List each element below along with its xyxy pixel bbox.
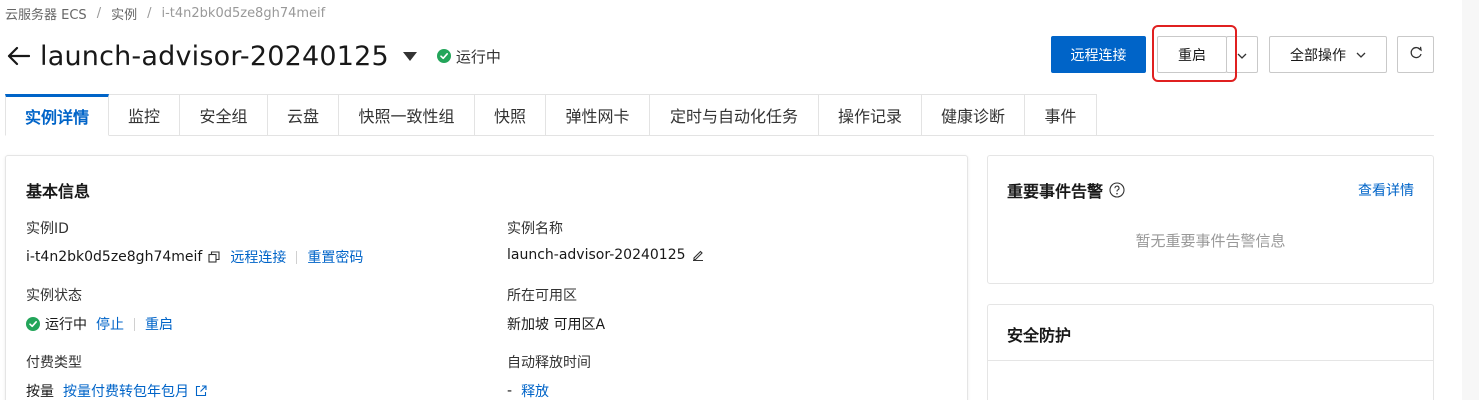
convert-to-subscription-link[interactable]: 按量付费转包年包月 xyxy=(63,381,189,400)
page-title: launch-advisor-20240125 xyxy=(40,40,389,72)
events-title-row: 重要事件告警 xyxy=(1007,178,1125,202)
copy-icon[interactable] xyxy=(208,251,220,263)
refresh-button[interactable] xyxy=(1397,36,1434,73)
instance-status-value-row: 运行中 停止 重启 xyxy=(26,314,173,334)
edit-icon[interactable] xyxy=(692,249,704,261)
breadcrumb-item-current: i-t4n2bk0d5ze8gh74meif xyxy=(161,6,326,21)
tab-monitoring[interactable]: 监控 xyxy=(109,94,180,136)
auto-release-value: - xyxy=(507,383,513,399)
tab-events[interactable]: 事件 xyxy=(1025,94,1097,136)
instance-id-value: i-t4n2bk0d5ze8gh74meif xyxy=(26,249,203,265)
basic-info-title: 基本信息 xyxy=(26,182,91,201)
card-header-divider xyxy=(988,360,1433,361)
field-billing-type: 付费类型 按量 按量付费转包年包月 xyxy=(26,352,207,400)
breadcrumb-separator: / xyxy=(147,6,152,21)
events-empty-text: 暂无重要事件告警信息 xyxy=(1135,232,1286,250)
tab-operation-log[interactable]: 操作记录 xyxy=(819,94,922,136)
zone-value: 新加坡 可用区A xyxy=(507,317,606,333)
breadcrumb-item-instances[interactable]: 实例 xyxy=(111,4,137,23)
billing-type-label: 付费类型 xyxy=(26,355,82,371)
restart-link[interactable]: 重启 xyxy=(145,314,173,334)
tab-bar-baseline xyxy=(1094,135,1434,136)
tab-cloud-disk[interactable]: 云盘 xyxy=(268,94,339,136)
view-details-link[interactable]: 查看详情 xyxy=(1358,180,1414,200)
tab-snapshot-consistency-group[interactable]: 快照一致性组 xyxy=(339,94,475,136)
auto-release-label: 自动释放时间 xyxy=(507,355,591,371)
field-instance-id: 实例ID i-t4n2bk0d5ze8gh74meif 远程连接 重置密码 xyxy=(26,218,363,267)
instance-status-label: 实例状态 xyxy=(26,288,82,304)
tab-health-diagnosis[interactable]: 健康诊断 xyxy=(922,94,1025,136)
check-circle-icon xyxy=(26,317,40,331)
auto-release-value-row: - 释放 xyxy=(507,381,591,400)
breadcrumb: 云服务器 ECS / 实例 / i-t4n2bk0d5ze8gh74meif xyxy=(5,4,325,23)
restart-button[interactable]: 重启 xyxy=(1157,36,1227,73)
field-auto-release: 自动释放时间 - 释放 xyxy=(507,352,591,400)
tab-scheduled-automation[interactable]: 定时与自动化任务 xyxy=(650,94,819,136)
back-arrow-icon[interactable] xyxy=(5,43,31,69)
page-header: launch-advisor-20240125 运行中 xyxy=(5,38,501,74)
events-title: 重要事件告警 xyxy=(1007,182,1104,201)
link-divider xyxy=(296,250,298,264)
caret-down-icon[interactable] xyxy=(402,49,417,63)
instance-name-value: launch-advisor-20240125 xyxy=(507,247,686,263)
external-link-icon[interactable] xyxy=(195,385,207,397)
all-operations-button[interactable]: 全部操作 xyxy=(1269,36,1387,73)
instance-id-value-row: i-t4n2bk0d5ze8gh74meif 远程连接 重置密码 xyxy=(26,247,363,267)
field-instance-name: 实例名称 launch-advisor-20240125 xyxy=(507,218,704,263)
security-title: 安全防护 xyxy=(1007,326,1072,345)
release-link[interactable]: 释放 xyxy=(521,381,549,400)
more-actions-dropdown-button[interactable] xyxy=(1226,36,1258,73)
security-protection-card: 安全防护 xyxy=(987,304,1434,400)
tab-snapshot[interactable]: 快照 xyxy=(475,94,546,136)
important-events-card: 重要事件告警 查看详情 暂无重要事件告警信息 xyxy=(987,155,1434,284)
tab-instance-details[interactable]: 实例详情 xyxy=(5,94,109,136)
zone-value-row: 新加坡 可用区A xyxy=(507,314,605,334)
check-circle-icon xyxy=(436,49,451,63)
basic-info-card: 基本信息 实例ID i-t4n2bk0d5ze8gh74meif 远程连接 重置… xyxy=(5,155,968,400)
breadcrumb-separator: / xyxy=(96,6,102,21)
remote-connect-link[interactable]: 远程连接 xyxy=(230,247,286,267)
remote-connect-button[interactable]: 远程连接 xyxy=(1051,36,1146,73)
instance-name-value-row: launch-advisor-20240125 xyxy=(507,247,704,263)
scrollbar-track[interactable] xyxy=(1462,0,1479,400)
instance-id-label: 实例ID xyxy=(26,221,69,237)
field-zone: 所在可用区 新加坡 可用区A xyxy=(507,285,605,334)
field-instance-status: 实例状态 运行中 停止 重启 xyxy=(26,285,173,334)
reset-password-link[interactable]: 重置密码 xyxy=(307,247,363,267)
tab-elastic-nic[interactable]: 弹性网卡 xyxy=(546,94,650,136)
tab-security-group[interactable]: 安全组 xyxy=(180,94,268,136)
all-operations-label: 全部操作 xyxy=(1290,47,1346,64)
help-circle-icon[interactable] xyxy=(1109,182,1125,198)
ecs-instance-detail-page: 云服务器 ECS / 实例 / i-t4n2bk0d5ze8gh74meif l… xyxy=(0,0,1479,400)
zone-label: 所在可用区 xyxy=(507,288,577,304)
chevron-down-icon xyxy=(1356,52,1366,58)
status-text: 运行中 xyxy=(455,47,501,66)
breadcrumb-item-ecs[interactable]: 云服务器 ECS xyxy=(5,4,87,23)
tab-bar: 实例详情 监控 安全组 云盘 快照一致性组 快照 弹性网卡 定时与自动化任务 操… xyxy=(5,94,1097,136)
billing-type-value-row: 按量 按量付费转包年包月 xyxy=(26,381,207,400)
billing-type-value: 按量 xyxy=(26,384,54,400)
chevron-down-icon xyxy=(1237,47,1247,63)
stop-link[interactable]: 停止 xyxy=(96,314,124,334)
link-divider xyxy=(134,317,135,331)
refresh-icon xyxy=(1409,46,1423,64)
status-badge: 运行中 xyxy=(436,46,501,67)
instance-name-label: 实例名称 xyxy=(507,221,563,237)
instance-status-value: 运行中 xyxy=(45,317,87,333)
